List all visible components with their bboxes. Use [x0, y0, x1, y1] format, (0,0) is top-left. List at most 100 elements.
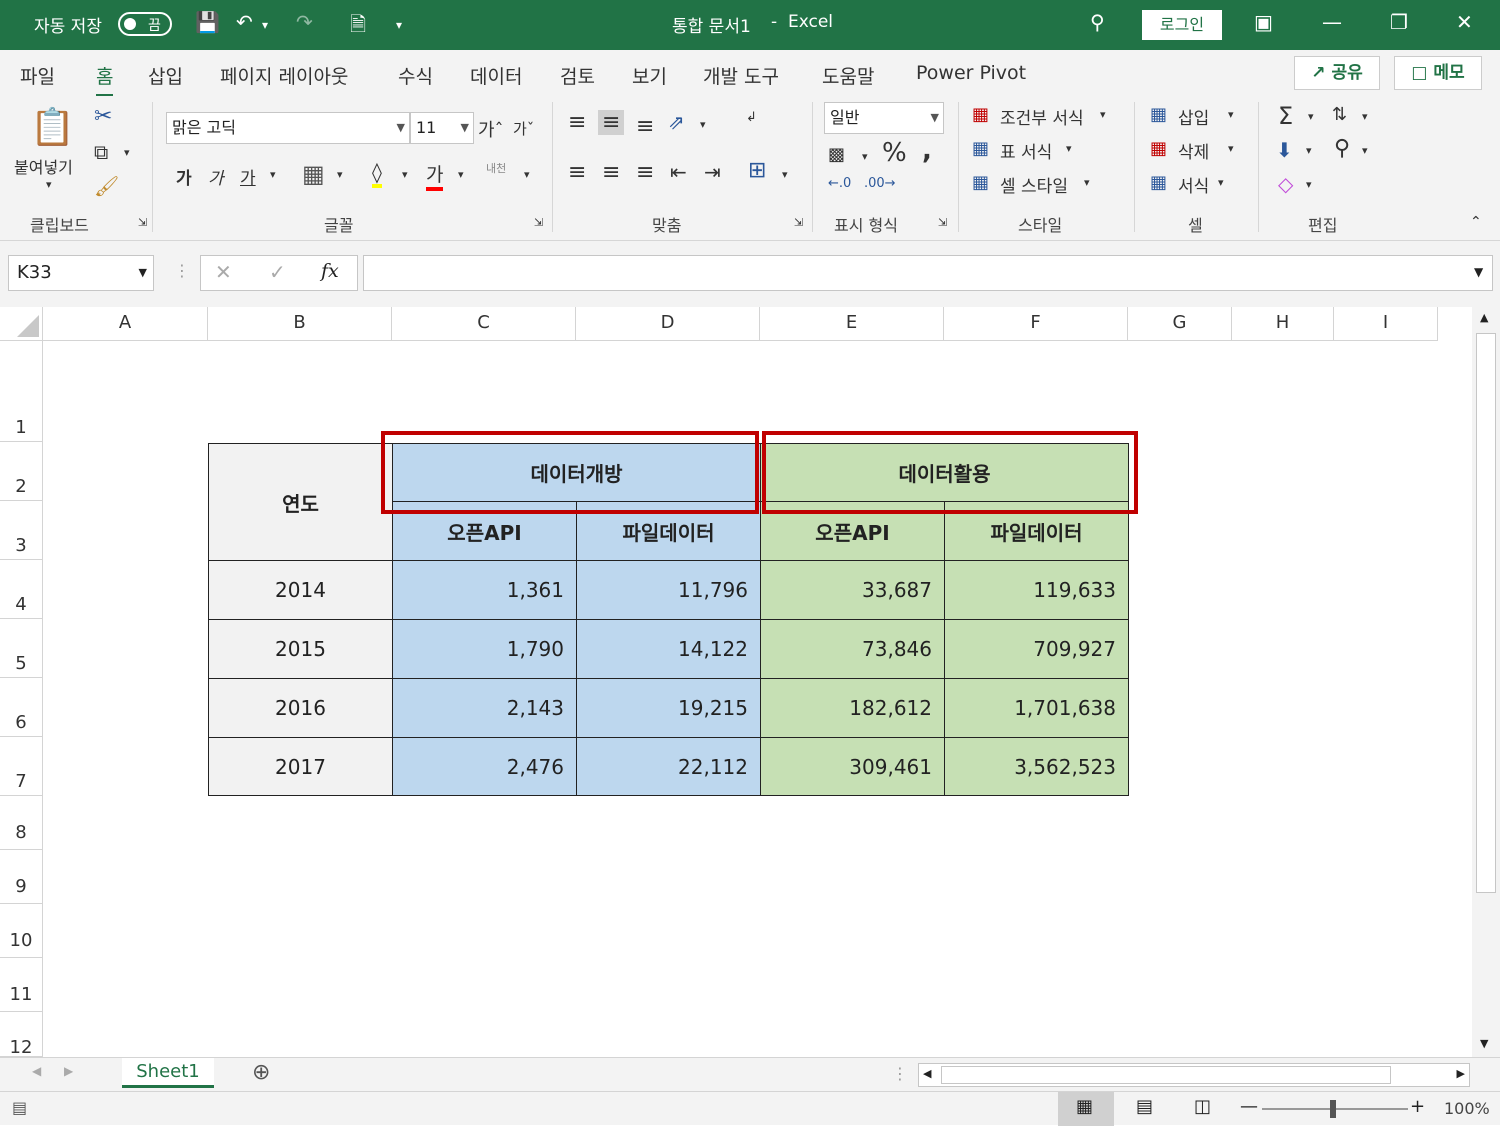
horizontal-scroll-thumb[interactable]: [941, 1066, 1391, 1084]
table-format-dropdown-icon[interactable]: ▾: [1066, 142, 1072, 155]
print-preview-icon[interactable]: 🗎: [350, 10, 366, 44]
cell-style-label[interactable]: 셀 스타일: [1000, 172, 1068, 197]
number-format-combo[interactable]: 일반 ▼: [824, 102, 944, 134]
data-cell[interactable]: 14,122: [576, 619, 761, 679]
row-header-11[interactable]: 11: [0, 958, 43, 1012]
insert-dropdown-icon[interactable]: ▾: [1228, 108, 1234, 121]
tab-help[interactable]: 도움말: [822, 62, 874, 89]
year-cell[interactable]: 2016: [208, 678, 393, 738]
find-select-icon[interactable]: ⚲: [1334, 136, 1350, 161]
name-box[interactable]: K33 ▼: [8, 255, 154, 291]
macro-record-icon[interactable]: ▤: [12, 1098, 27, 1117]
column-header-b[interactable]: B: [208, 307, 392, 341]
data-cell[interactable]: 1,361: [392, 560, 577, 620]
column-header-a[interactable]: A: [43, 307, 208, 341]
paste-label[interactable]: 붙여넣기: [14, 154, 73, 178]
data-cell[interactable]: 309,461: [760, 737, 945, 796]
data-cell[interactable]: 1,701,638: [944, 678, 1129, 738]
paste-dropdown-icon[interactable]: ▾: [46, 178, 52, 191]
format-cells-icon[interactable]: ▦: [1150, 172, 1167, 193]
row-header-6[interactable]: 6: [0, 678, 43, 737]
column-header-e[interactable]: E: [760, 307, 944, 341]
data-cell[interactable]: 1,790: [392, 619, 577, 679]
italic-icon[interactable]: 가: [208, 164, 224, 189]
merge-dropdown-icon[interactable]: ▾: [782, 168, 788, 181]
scroll-right-icon[interactable]: ▶: [1457, 1067, 1465, 1080]
align-center-icon[interactable]: ≡: [602, 160, 620, 185]
scroll-up-icon[interactable]: ▲: [1480, 311, 1488, 324]
normal-view-button[interactable]: ▦: [1058, 1092, 1114, 1126]
row-header-4[interactable]: 4: [0, 560, 43, 619]
borders-dropdown-icon[interactable]: ▾: [337, 168, 343, 181]
row-header-3[interactable]: 3: [0, 501, 43, 560]
align-left-icon[interactable]: ≡: [568, 160, 586, 185]
clear-icon[interactable]: ◇: [1278, 172, 1293, 196]
data-cell[interactable]: 2,476: [392, 737, 577, 796]
sort-filter-icon[interactable]: ⇅: [1332, 104, 1347, 125]
clear-dropdown-icon[interactable]: ▾: [1306, 178, 1312, 191]
row-header-8[interactable]: 8: [0, 796, 43, 850]
search-icon[interactable]: ⚲: [1090, 10, 1105, 34]
align-middle-icon[interactable]: ≡: [598, 110, 625, 135]
autosum-dropdown-icon[interactable]: ▾: [1308, 110, 1314, 123]
orientation-dropdown-icon[interactable]: ▾: [700, 118, 706, 131]
tab-home[interactable]: 홈: [96, 62, 114, 97]
splitter-handle-icon[interactable]: ⋮: [892, 1064, 908, 1083]
formula-input[interactable]: [363, 255, 1493, 291]
fill-color-dropdown-icon[interactable]: ▾: [402, 168, 408, 181]
cancel-icon[interactable]: ✕: [215, 260, 232, 284]
column-header-g[interactable]: G: [1128, 307, 1232, 341]
row-header-12[interactable]: 12: [0, 1012, 43, 1057]
fill-dropdown-icon[interactable]: ▾: [1306, 144, 1312, 157]
format-painter-icon[interactable]: 🖌: [94, 174, 119, 198]
row-header-9[interactable]: 9: [0, 850, 43, 904]
tab-data[interactable]: 데이터: [470, 62, 522, 89]
scroll-down-icon[interactable]: ▼: [1480, 1037, 1488, 1050]
merge-center-icon[interactable]: ⊞: [748, 158, 766, 183]
orientation-icon[interactable]: ⇗: [668, 110, 685, 134]
accounting-icon[interactable]: ▩: [828, 144, 845, 165]
font-size-combo[interactable]: 11 ▼: [410, 112, 474, 144]
tab-power-pivot[interactable]: Power Pivot: [916, 62, 1026, 84]
insert-function-icon[interactable]: fx: [321, 260, 339, 282]
copy-dropdown-icon[interactable]: ▾: [124, 146, 130, 159]
insert-cells-label[interactable]: 삽입: [1178, 104, 1209, 129]
find-select-dropdown-icon[interactable]: ▾: [1362, 144, 1368, 157]
row-header-1[interactable]: 1: [0, 341, 43, 442]
zoom-in-icon[interactable]: +: [1410, 1096, 1425, 1117]
dialog-launcher-icon[interactable]: ⇲: [938, 216, 947, 229]
scroll-left-icon[interactable]: ◀: [923, 1067, 931, 1080]
copy-icon[interactable]: ⧉: [94, 140, 108, 164]
dialog-launcher-icon[interactable]: ⇲: [138, 216, 147, 229]
column-header-d[interactable]: D: [576, 307, 760, 341]
column-header-c[interactable]: C: [392, 307, 576, 341]
cell-style-icon[interactable]: ▦: [972, 172, 989, 193]
data-cell[interactable]: 11,796: [576, 560, 761, 620]
zoom-slider-thumb[interactable]: [1330, 1100, 1336, 1118]
borders-icon[interactable]: ▦: [302, 160, 325, 188]
tab-formulas[interactable]: 수식: [398, 62, 433, 89]
page-layout-view-icon[interactable]: ▤: [1136, 1096, 1153, 1117]
bold-icon[interactable]: 가: [176, 164, 192, 189]
conditional-format-label[interactable]: 조건부 서식: [1000, 104, 1084, 129]
undo-icon[interactable]: ↶: [236, 10, 253, 34]
share-button[interactable]: ↗ 공유: [1294, 56, 1380, 90]
expand-formula-icon[interactable]: ▼: [1474, 265, 1483, 279]
decrease-font-icon[interactable]: 가ˇ: [513, 118, 534, 139]
zoom-level[interactable]: 100%: [1444, 1099, 1490, 1118]
data-cell[interactable]: 73,846: [760, 619, 945, 679]
year-cell[interactable]: 2015: [208, 619, 393, 679]
cell-style-dropdown-icon[interactable]: ▾: [1084, 176, 1090, 189]
save-icon[interactable]: 💾: [195, 10, 220, 34]
page-break-view-icon[interactable]: ◫: [1194, 1096, 1211, 1117]
year-cell[interactable]: 2014: [208, 560, 393, 620]
increase-decimal-icon[interactable]: ←.0: [828, 176, 851, 191]
dialog-launcher-icon[interactable]: ⇲: [534, 216, 543, 229]
year-header-cell[interactable]: 연도: [208, 443, 393, 561]
font-color-dropdown-icon[interactable]: ▾: [458, 168, 464, 181]
underline-icon[interactable]: 가: [240, 164, 256, 189]
autosave-toggle[interactable]: 끔: [118, 12, 172, 36]
underline-dropdown-icon[interactable]: ▾: [270, 168, 276, 181]
decrease-indent-icon[interactable]: ⇤: [670, 160, 687, 184]
tab-view[interactable]: 보기: [632, 62, 667, 89]
